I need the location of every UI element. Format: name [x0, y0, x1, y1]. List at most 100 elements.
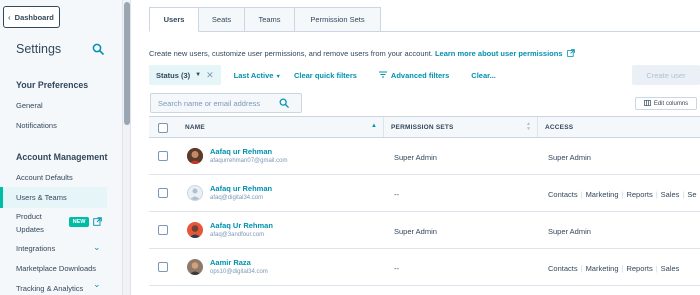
edit-columns-button[interactable]: Edit columns: [635, 97, 697, 110]
access-item: Marketing: [585, 264, 619, 273]
dashboard-label: Dashboard: [14, 12, 54, 22]
dashboard-button[interactable]: ‹ Dashboard: [3, 6, 60, 28]
access-item: Sales: [660, 264, 680, 273]
table-row[interactable]: Aafaq ur Rehman afaq@digital34.com -- Co…: [149, 175, 700, 212]
user-name-link[interactable]: Aafaq ur Rehman: [210, 147, 272, 156]
user-name-link[interactable]: Aamir Raza: [210, 258, 251, 267]
table-header: NAME ▲ PERMISSION SETS ▲ ▼ ACCESS: [149, 116, 700, 138]
status-filter-label: Status (3): [156, 70, 191, 80]
create-user-button[interactable]: Create user: [632, 65, 700, 85]
caret-down-icon: ▼: [195, 72, 202, 78]
last-active-label: Last Active: [233, 70, 274, 80]
learn-more-link[interactable]: Learn more about user permissions: [435, 49, 563, 58]
main-content: Users Seats Teams Permission Sets Create…: [132, 0, 700, 295]
table-row[interactable]: Aamir Raza ops10@digital34.com -- Contac…: [149, 249, 700, 286]
row-checkbox[interactable]: [158, 188, 168, 198]
last-active-filter[interactable]: Last Active ▼: [234, 71, 281, 80]
permission-set-cell: --: [394, 264, 399, 273]
columns-icon: [643, 99, 651, 108]
access-item: Contacts: [548, 190, 578, 199]
new-badge: NEW: [69, 217, 89, 227]
access-list: Contacts | Marketing | Reports | Sales | Se: [548, 190, 697, 199]
sidebar-item-integrations[interactable]: Integrations: [16, 244, 55, 253]
chevron-down-icon[interactable]: ⌄: [93, 242, 101, 253]
access-cell: Super Admin: [548, 227, 591, 236]
sidebar-item-product-updates-line2[interactable]: Updates: [16, 225, 44, 234]
default-avatar-icon: [187, 185, 203, 201]
user-email: afaqurrehman07@gmail.com: [210, 158, 288, 164]
user-name-link[interactable]: Aafaq Ur Rehman: [210, 221, 273, 230]
sidebar-item-notifications[interactable]: Notifications: [16, 121, 57, 130]
external-link-icon[interactable]: [566, 49, 575, 59]
user-name-link[interactable]: Aafaq ur Rehman: [210, 184, 272, 193]
row-checkbox[interactable]: [158, 225, 168, 235]
row-checkbox[interactable]: [158, 151, 168, 161]
users-table: NAME ▲ PERMISSION SETS ▲ ▼ ACCESS Aafaq u…: [149, 116, 700, 286]
permission-set-cell: --: [394, 190, 399, 199]
section-your-preferences: Your Preferences: [16, 80, 89, 90]
user-email: ops10@digital34.com: [210, 269, 268, 275]
access-cell: Super Admin: [548, 153, 591, 162]
avatar: [187, 259, 203, 275]
sidebar-item-product-updates[interactable]: Product: [16, 212, 42, 221]
filter-bar: Status (3) ▼ ✕ Last Active ▼ Clear quick…: [149, 65, 496, 85]
table-row[interactable]: Aafaq ur Rehman afaqurrehman07@gmail.com…: [149, 138, 700, 175]
filter-lines-icon: [378, 71, 387, 80]
close-icon[interactable]: ✕: [206, 70, 214, 81]
advanced-filters-label: Advanced filters: [390, 70, 450, 80]
sidebar-item-tracking-analytics[interactable]: Tracking & Analytics: [16, 284, 83, 293]
permission-set-cell: Super Admin: [394, 227, 437, 236]
external-link-icon[interactable]: [93, 217, 102, 226]
description-text: Create new users, customize user permiss…: [149, 49, 433, 58]
access-item: Se: [687, 190, 697, 199]
chevron-left-icon: ‹: [8, 12, 11, 22]
tab-bar: Users Seats Teams Permission Sets: [149, 7, 381, 32]
col-header-name[interactable]: NAME: [185, 117, 205, 138]
tab-seats[interactable]: Seats: [199, 7, 245, 32]
settings-sidebar: ‹ Dashboard Settings Your Preferences Ge…: [0, 0, 123, 295]
clear-link[interactable]: Clear...: [471, 71, 496, 80]
sidebar-item-users-teams[interactable]: Users & Teams: [16, 193, 67, 202]
status-filter-pill[interactable]: Status (3) ▼ ✕: [149, 65, 221, 85]
sidebar-item-account-defaults[interactable]: Account Defaults: [16, 173, 73, 182]
section-account-management: Account Management: [16, 152, 108, 162]
access-item: Marketing: [585, 190, 619, 199]
sidebar-item-marketplace-downloads[interactable]: Marketplace Downloads: [16, 264, 96, 273]
tab-permission-sets[interactable]: Permission Sets: [295, 7, 381, 32]
advanced-filters-button[interactable]: Advanced filters: [378, 70, 450, 80]
chevron-down-icon[interactable]: ⌄: [93, 279, 101, 290]
user-email: afaq@digital34.com: [210, 195, 264, 201]
sidebar-scrollbar[interactable]: [123, 0, 131, 295]
scroll-thumb[interactable]: [124, 2, 130, 125]
user-email: afaq@3andfour.com: [210, 232, 265, 238]
sort-icon[interactable]: ▲ ▼: [526, 122, 531, 132]
search-input[interactable]: [151, 94, 279, 112]
tab-users[interactable]: Users: [149, 7, 199, 32]
clear-quick-filters-link[interactable]: Clear quick filters: [294, 71, 357, 80]
col-header-access[interactable]: ACCESS: [545, 117, 573, 138]
table-row[interactable]: Aafaq Ur Rehman afaq@3andfour.com Super …: [149, 212, 700, 249]
page-description: Create new users, customize user permiss…: [149, 49, 575, 59]
access-item: Sales: [660, 190, 680, 199]
caret-down-icon: ▼: [275, 73, 281, 80]
column-divider[interactable]: [383, 117, 384, 137]
sidebar-item-general[interactable]: General: [16, 101, 43, 110]
sort-ascending-icon[interactable]: ▲: [371, 123, 377, 129]
permission-set-cell: Super Admin: [394, 153, 437, 162]
column-divider[interactable]: [537, 117, 538, 137]
access-list: Contacts | Marketing | Reports | Sales: [548, 264, 680, 273]
select-all-checkbox[interactable]: [158, 123, 168, 133]
search-icon[interactable]: [92, 43, 104, 55]
settings-title: Settings: [16, 42, 62, 56]
access-item: Reports: [626, 190, 653, 199]
search-icon[interactable]: [279, 98, 289, 108]
access-item: Contacts: [548, 264, 578, 273]
tabs-divider: [381, 31, 700, 32]
avatar: [187, 148, 203, 164]
row-checkbox[interactable]: [158, 262, 168, 272]
edit-columns-label: Edit columns: [653, 100, 689, 107]
tab-teams[interactable]: Teams: [245, 7, 295, 32]
user-search-box: [150, 93, 302, 113]
avatar: [187, 222, 203, 238]
col-header-permission-sets[interactable]: PERMISSION SETS: [391, 117, 454, 138]
